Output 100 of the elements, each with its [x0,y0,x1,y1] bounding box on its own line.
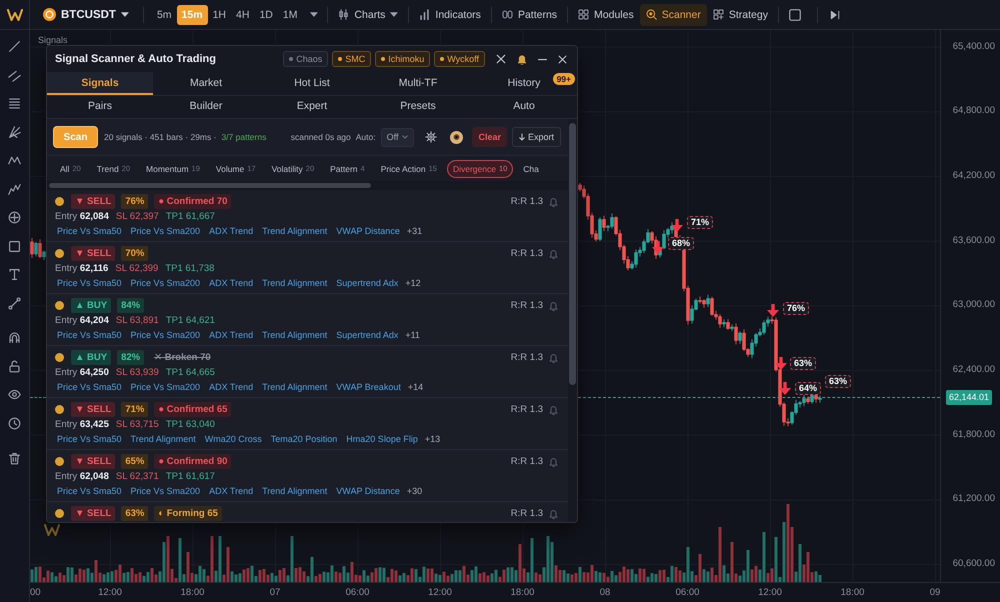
toolbar-menu-button[interactable]: Charts [332,4,404,26]
toolbar-menu-button[interactable]: Scanner [640,4,707,26]
trash-icon[interactable] [8,452,21,465]
tab[interactable]: Auto [471,96,577,118]
signal-card[interactable]: ▼ SELL 63% ◐ Forming 65 R:R 1.3 [47,502,568,522]
indicator-tag[interactable]: Price Vs Sma50 [55,278,124,288]
timeframe-button[interactable]: 5m [152,4,177,24]
indicator-tag[interactable]: ADX Trend [207,278,256,288]
text-tool-icon[interactable] [8,268,21,281]
indicator-tag[interactable]: Supertrend Adx [334,330,400,340]
tab[interactable]: Multi-TF [365,72,471,95]
measure-icon[interactable] [8,296,21,310]
timeframe-button[interactable]: 1D [254,4,278,24]
signal-card[interactable]: ▼ SELL 76% ● Confirmed 70 R:R 1.3 Entry 62,084 SL 62,397 TP1 61,667 Price Vs Sma50 Price Vs Sma200 ADX Trend Trend Alignment VWAP Distance +31 [47,190,568,242]
eye-icon[interactable] [8,388,21,401]
tab[interactable]: History 99+ [471,72,577,95]
signal-card[interactable]: ▲ BUY 82% ✕ Broken 70 R:R 1.3 Entry 64,250 SL 63,939 TP1 64,665 Price Vs Sma50 Price Vs Sma200 ADX Trend Trend Alignment VWAP Breakout +14 [47,346,568,398]
indicator-tag[interactable]: Price Vs Sma200 [128,330,202,340]
indicator-tag[interactable]: Tema20 Position [268,434,340,444]
signal-card[interactable]: ▼ SELL 70% R:R 1.3 Entry 62,116 SL 62,399 TP1 61,738 Price Vs Sma50 Price Vs Sma200 ADX Trend Trend Alignment Supertrend Adx +12 [47,242,568,294]
crosshair-icon[interactable] [8,211,21,224]
indicator-tag[interactable]: VWAP Breakout [334,382,403,392]
signal-card[interactable]: ▼ SELL 65% ● Confirmed 90 R:R 1.3 Entry 62,048 SL 62,371 TP1 61,617 Price Vs Sma50 Price Vs Sma200 ADX Trend Trend Alignment VWAP Distance +30 [47,450,568,502]
magnet-icon[interactable] [8,331,21,344]
tab[interactable]: Builder [153,96,259,118]
indicator-tag[interactable]: ADX Trend [207,486,256,496]
double-ring-icon [502,9,513,20]
indicator-tag[interactable]: VWAP Distance [334,486,402,496]
indicator-tag[interactable]: Trend Alignment [128,434,198,444]
scrollbar-thumb[interactable] [49,183,371,188]
eye-icon[interactable] [450,130,464,144]
indicator-tag[interactable]: Price Vs Sma200 [128,382,202,392]
indicator-tag[interactable]: Wma20 Cross [202,434,264,444]
indicator-tag[interactable]: Trend Alignment [260,278,330,288]
indicator-tag[interactable]: Price Vs Sma50 [55,434,124,444]
tab[interactable]: Signals [47,72,153,95]
indicator-tag[interactable]: Trend Alignment [260,486,330,496]
mode-toggle[interactable]: SMC [332,51,372,67]
padlock-icon[interactable] [8,360,21,372]
settings-icon[interactable] [425,131,438,143]
category-filter[interactable]: Cha [517,160,545,178]
indicator-tag[interactable]: Supertrend Adx [334,278,400,288]
mode-toggle[interactable]: Chaos [283,51,328,67]
fan-lines-icon[interactable] [8,126,21,138]
indicator-tag[interactable]: ADX Trend [207,382,256,392]
parallel-lines-icon[interactable] [8,68,21,82]
indicator-tag[interactable]: Price Vs Sma200 [128,226,202,236]
indicator-tag[interactable]: Price Vs Sma200 [128,278,202,288]
timeframe-button[interactable]: 1M [278,4,302,24]
horizontal-lines-icon[interactable] [8,97,21,110]
tab[interactable]: Hot List [259,72,365,95]
wave-line-icon[interactable] [8,182,21,196]
indicator-tag[interactable]: Price Vs Sma50 [55,330,124,340]
skip-forward-icon[interactable] [830,10,840,20]
toolbar-menu-button[interactable]: Patterns [496,4,564,26]
export-button[interactable]: Export [512,127,561,147]
indicator-tag[interactable]: Hma20 Slope Flip [344,434,420,444]
clear-button[interactable]: Clear [472,127,507,147]
indicator-tag[interactable]: VWAP Distance [334,226,402,236]
indicator-tag[interactable]: Trend Alignment [260,226,330,236]
zigzag-icon[interactable] [8,154,21,167]
auto-select[interactable]: Off [380,128,414,146]
clock-icon[interactable] [8,416,21,430]
indicator-tag[interactable]: Price Vs Sma50 [55,226,124,236]
signal-card[interactable]: ▲ BUY 84% R:R 1.3 Entry 64,204 SL 63,891 TP1 64,621 Price Vs Sma50 Price Vs Sma200 ADX Trend Trend Alignment Supertrend Adx +11 [47,294,568,346]
close-icon[interactable] [496,54,506,64]
mode-toggle[interactable]: Wyckoff [434,51,485,67]
symbol-selector[interactable]: BTCUSDT [39,2,133,26]
status-dot-icon [55,405,64,414]
close-icon[interactable] [558,54,567,64]
indicator-tag[interactable]: ADX Trend [207,330,256,340]
indicator-tag[interactable]: Trend Alignment [260,330,330,340]
entry-price: Entry 64,204 [55,314,109,326]
toolbar-menu-button[interactable]: Modules [572,4,640,26]
indicator-tag[interactable]: Trend Alignment [260,382,330,392]
indicator-tag[interactable]: Price Vs Sma200 [128,486,202,496]
toolbar-menu-button[interactable]: Indicators [413,4,487,26]
toolbar-menu-button[interactable]: Strategy [706,4,774,26]
status-dot-icon [55,301,64,310]
timeframe-button[interactable]: 1H [208,4,231,24]
stop-loss: SL 62,397 [116,210,159,222]
signal-card[interactable]: ▼ SELL 71% ● Confirmed 65 R:R 1.3 Entry 63,425 SL 63,715 TP1 63,040 Price Vs Sma50 Trend Alignment Wma20 Cross Tema20 Position Hma20 Slope Flip +13 [47,398,568,450]
tab[interactable]: Market [153,72,259,95]
caret-icon[interactable] [310,12,318,17]
timeframe-button[interactable]: 4H [231,4,254,24]
indicator-tag[interactable]: ADX Trend [207,226,256,236]
line-tool-icon[interactable] [8,40,21,53]
bell-icon[interactable] [517,54,527,64]
scrollbar-thumb[interactable] [569,123,576,385]
indicator-tag[interactable]: Price Vs Sma50 [55,382,124,392]
square-icon[interactable] [788,8,801,20]
rectangle-icon[interactable] [8,240,21,252]
signal-confidence-label: 76% [783,302,810,315]
tab[interactable]: Pairs [47,96,153,118]
minimize-icon[interactable] [538,58,547,60]
indicator-tag[interactable]: Price Vs Sma50 [55,486,124,496]
mode-toggle[interactable]: Ichimoku [375,51,430,67]
tab[interactable]: Presets [365,96,471,118]
tab[interactable]: Expert [259,96,365,118]
layout-icon [712,9,724,20]
